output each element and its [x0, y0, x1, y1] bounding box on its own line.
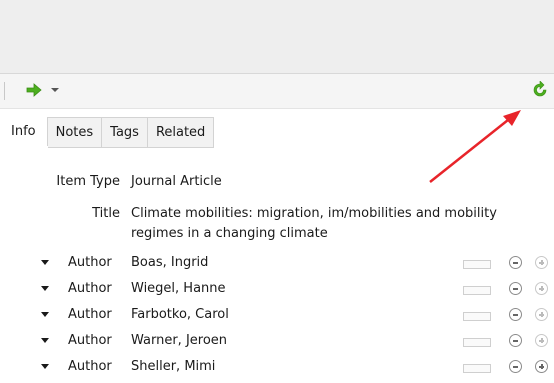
- name-format-switch[interactable]: [463, 260, 491, 269]
- remove-author-icon[interactable]: [509, 256, 522, 269]
- chevron-down-icon[interactable]: [41, 286, 49, 291]
- author-row: Author Boas, Ingrid: [0, 251, 554, 275]
- add-author-icon[interactable]: [535, 282, 548, 295]
- remove-author-icon[interactable]: [509, 334, 522, 347]
- name-format-switch[interactable]: [463, 364, 491, 373]
- author-name[interactable]: Boas, Ingrid: [131, 251, 208, 275]
- title-label: Title: [92, 206, 120, 221]
- author-label: Author: [68, 307, 112, 322]
- author-name[interactable]: Warner, Jeroen: [131, 329, 227, 353]
- toolbar-divider: [4, 82, 5, 100]
- title-row: Title Climate mobilities: migration, im/…: [0, 204, 554, 246]
- remove-author-icon[interactable]: [509, 360, 522, 373]
- name-format-switch[interactable]: [463, 338, 491, 347]
- name-format-switch[interactable]: [463, 312, 491, 321]
- tab-tags[interactable]: Tags: [102, 117, 148, 148]
- remove-author-icon[interactable]: [509, 308, 522, 321]
- author-row: Author Farbotko, Carol: [0, 303, 554, 327]
- item-toolbar: [0, 73, 554, 109]
- add-author-icon[interactable]: [535, 308, 548, 321]
- sync-icon[interactable]: [532, 81, 548, 99]
- tab-related[interactable]: Related: [147, 117, 215, 148]
- remove-author-icon[interactable]: [509, 282, 522, 295]
- item-type-row: Item Type Journal Article: [0, 171, 554, 193]
- chevron-down-icon[interactable]: [49, 85, 61, 95]
- item-type-value[interactable]: Journal Article: [131, 171, 222, 193]
- author-label: Author: [68, 281, 112, 296]
- author-label: Author: [68, 333, 112, 348]
- author-name[interactable]: Wiegel, Hanne: [131, 277, 226, 301]
- title-value[interactable]: Climate mobilities: migration, im/mobili…: [131, 204, 541, 244]
- add-author-icon[interactable]: [535, 360, 548, 373]
- item-type-label: Item Type: [56, 174, 120, 189]
- author-row: Author Warner, Jeroen: [0, 329, 554, 353]
- author-label: Author: [68, 255, 112, 270]
- tab-info[interactable]: Info: [0, 117, 48, 146]
- add-author-icon[interactable]: [535, 334, 548, 347]
- author-label: Author: [68, 359, 112, 374]
- green-arrow-icon[interactable]: [26, 82, 42, 98]
- tab-notes[interactable]: Notes: [47, 117, 103, 148]
- add-author-icon[interactable]: [535, 256, 548, 269]
- chevron-down-icon[interactable]: [41, 312, 49, 317]
- name-format-switch[interactable]: [463, 286, 491, 295]
- author-row: Author Wiegel, Hanne: [0, 277, 554, 301]
- author-name[interactable]: Sheller, Mimi: [131, 355, 215, 379]
- chevron-down-icon[interactable]: [41, 260, 49, 265]
- chevron-down-icon[interactable]: [41, 338, 49, 343]
- item-pane-tabs: Info Notes Tags Related: [0, 117, 215, 148]
- author-name[interactable]: Farbotko, Carol: [131, 303, 229, 327]
- chevron-down-icon[interactable]: [41, 364, 49, 369]
- window-top-area: [0, 0, 554, 73]
- author-row: Author Sheller, Mimi: [0, 355, 554, 379]
